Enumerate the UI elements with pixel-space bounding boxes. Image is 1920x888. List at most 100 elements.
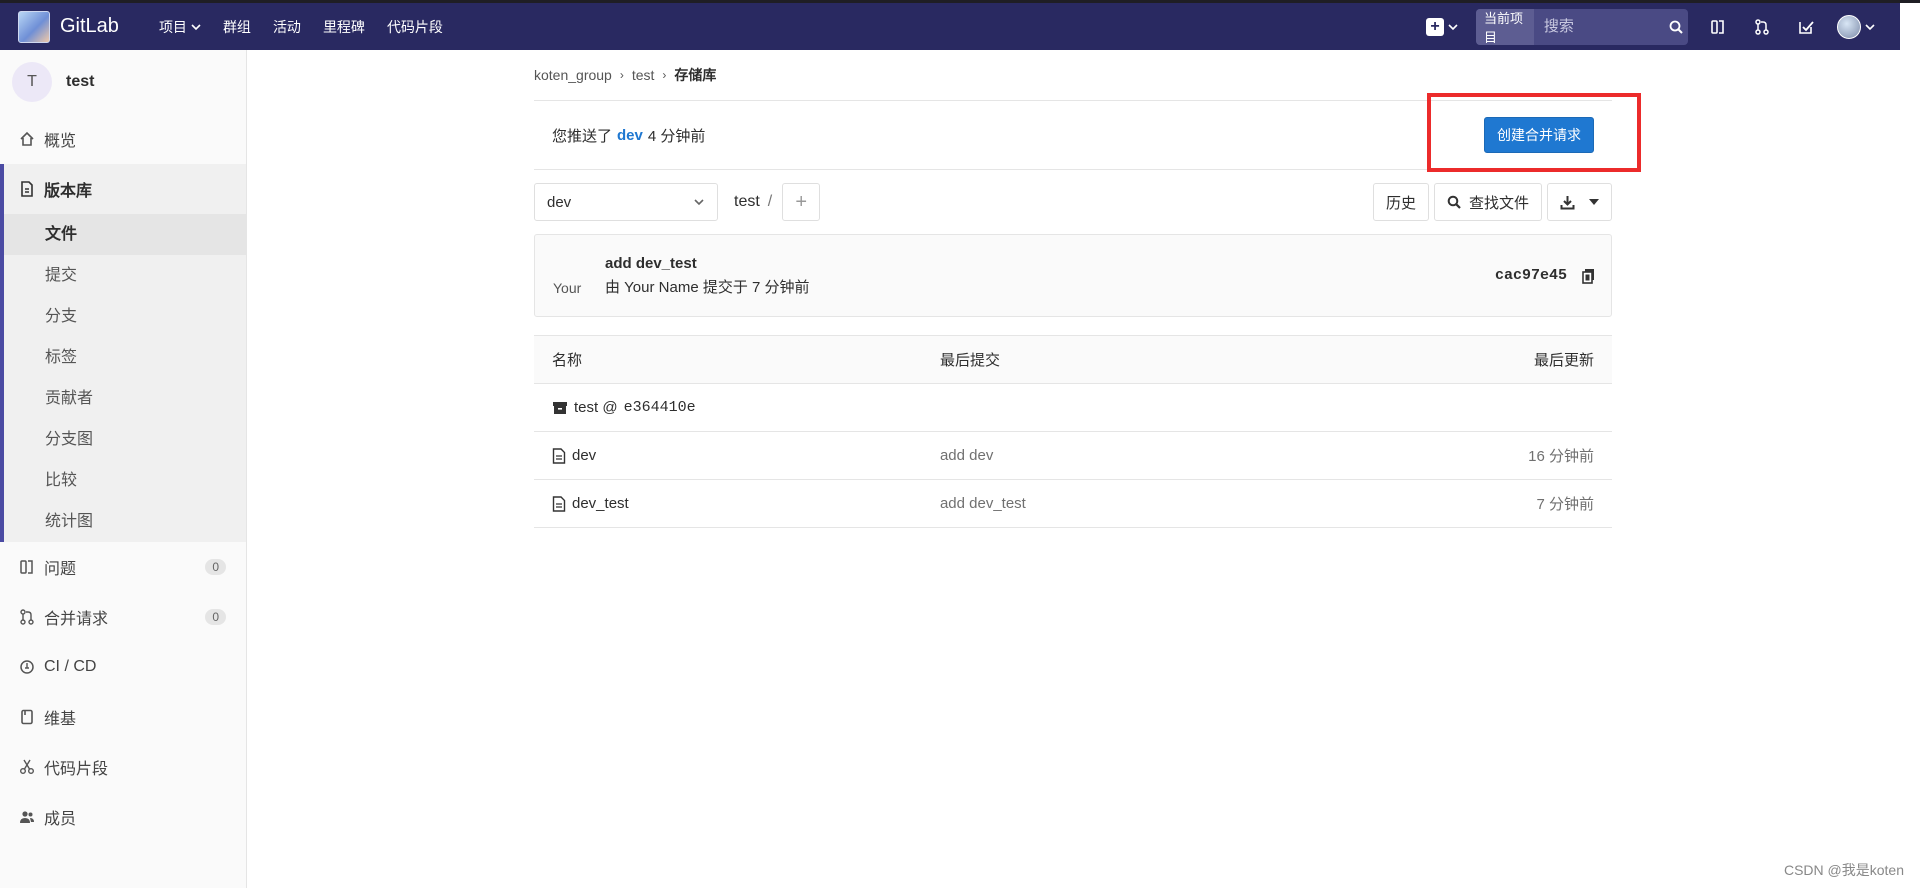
highlight-annotation-box: [1427, 93, 1641, 172]
table-row: test @ e364410e: [534, 383, 1612, 432]
find-file-button[interactable]: 查找文件: [1433, 183, 1542, 221]
branch-selector-value: dev: [547, 193, 572, 211]
gitlab-logo-icon: [18, 10, 50, 43]
breadcrumb-current[interactable]: 存储库: [674, 65, 716, 85]
nav-activity[interactable]: 活动: [273, 17, 301, 37]
caret-down-icon: [1589, 199, 1599, 205]
sidebar-sub-contributors[interactable]: 贡献者: [4, 378, 246, 419]
nav-snippets[interactable]: 代码片段: [387, 17, 443, 37]
nav-projects[interactable]: 项目: [159, 17, 201, 37]
sidebar-sub-graph[interactable]: 分支图: [4, 419, 246, 460]
issues-icon[interactable]: [1696, 19, 1740, 35]
search-icon: [1447, 195, 1461, 209]
search-input[interactable]: [1533, 8, 1664, 45]
search-box: 当前项目: [1476, 8, 1688, 45]
table-row: dev_test add dev_test 7 分钟前: [534, 479, 1612, 528]
table-row: dev add dev 16 分钟前: [534, 431, 1612, 480]
sidebar-item-cicd[interactable]: CI / CD: [0, 642, 246, 692]
download-dropdown-button[interactable]: [1547, 183, 1612, 221]
sidebar-item-label: 代码片段: [44, 761, 109, 778]
new-dropdown-button[interactable]: +: [1426, 17, 1458, 36]
nav-groups[interactable]: 群组: [223, 17, 251, 37]
chevron-right-icon: ›: [619, 68, 624, 82]
submodule-name[interactable]: test @: [574, 399, 618, 416]
plus-icon: +: [1426, 17, 1444, 36]
nav-milestones[interactable]: 里程碑: [323, 17, 365, 37]
column-name: 名称: [534, 335, 922, 384]
user-menu[interactable]: [1828, 14, 1884, 39]
breadcrumb-group[interactable]: koten_group: [534, 67, 612, 83]
nav-projects-label: 项目: [158, 18, 187, 35]
file-icon: [552, 447, 566, 464]
top-navbar: GitLab 项目 群组 活动 里程碑 代码片段 + 当前项目: [0, 3, 1900, 50]
issues-count-badge: 0: [205, 559, 226, 575]
tree-actions: 历史 查找文件: [1372, 183, 1612, 221]
sidebar-sub-tags[interactable]: 标签: [4, 337, 246, 378]
sidebar-item-label: 概览: [44, 133, 77, 150]
history-button[interactable]: 历史: [1372, 183, 1429, 221]
watermark: CSDN @我是koten: [1783, 862, 1904, 878]
sidebar-item-overview[interactable]: 概览: [0, 114, 246, 164]
sidebar-sub-charts[interactable]: 统计图: [4, 501, 246, 542]
submodule-hash[interactable]: e364410e: [624, 399, 696, 416]
file-name[interactable]: dev_test: [572, 495, 629, 512]
merge-request-icon: [18, 608, 36, 626]
sidebar-item-label: 合并请求: [44, 611, 109, 628]
file-name-cell[interactable]: dev_test: [534, 479, 922, 528]
add-to-tree-button[interactable]: +: [782, 183, 821, 221]
chevron-down-icon: [191, 23, 201, 30]
merge-request-icon[interactable]: [1740, 18, 1784, 35]
brand-name: GitLab: [60, 15, 119, 37]
doc-icon: [18, 180, 36, 198]
push-notice-prefix: 您推送了: [552, 127, 613, 145]
last-commit-panel: Your add dev_test 由 Your Name 提交于 7 分钟前 …: [534, 234, 1612, 317]
sidebar-item-wiki[interactable]: 维基: [0, 692, 246, 742]
commit-sha[interactable]: cac97e45: [1495, 267, 1567, 284]
chevron-right-icon: ›: [662, 68, 667, 82]
file-name[interactable]: dev: [572, 447, 596, 464]
project-header[interactable]: T test: [0, 50, 246, 114]
sidebar-item-merge-requests[interactable]: 合并请求 0: [0, 592, 246, 642]
history-button-label: 历史: [1385, 194, 1416, 212]
sidebar-sub-branches[interactable]: 分支: [4, 296, 246, 337]
plus-icon: +: [795, 190, 808, 213]
push-notice-branch[interactable]: dev: [617, 127, 643, 144]
commit-title[interactable]: add dev_test: [605, 255, 810, 272]
branch-selector[interactable]: dev: [534, 183, 718, 221]
sidebar-item-label: 问题: [44, 561, 77, 578]
sidebar-item-issues[interactable]: 问题 0: [0, 542, 246, 592]
sidebar-item-repository[interactable]: 版本库: [4, 164, 246, 214]
sidebar-item-members[interactable]: 成员: [0, 792, 246, 842]
file-tree-table: 名称 最后提交 最后更新 test @ e364410e dev add dev…: [534, 335, 1612, 528]
users-icon: [18, 808, 36, 826]
search-icon[interactable]: [1664, 9, 1688, 45]
brand[interactable]: GitLab: [18, 10, 119, 43]
commit-author-avatar[interactable]: Your: [553, 256, 593, 296]
tree-controls: dev test / + 历史 查找文件: [534, 170, 1612, 234]
sidebar-sub-compare[interactable]: 比较: [4, 460, 246, 501]
project-name: test: [66, 73, 95, 90]
submodule-cell[interactable]: test @ e364410e: [534, 383, 922, 432]
path-separator: /: [767, 193, 773, 210]
copy-icon[interactable]: [1581, 268, 1597, 284]
book-icon: [18, 708, 36, 726]
chevron-down-icon: [1865, 23, 1875, 30]
commit-meta: 由 Your Name 提交于 7 分钟前: [605, 278, 810, 296]
page-scrollbar[interactable]: [1900, 3, 1920, 888]
sidebar-sub-files[interactable]: 文件: [4, 214, 246, 255]
todo-icon[interactable]: [1784, 19, 1828, 35]
file-name-cell[interactable]: dev: [534, 431, 922, 480]
nav-links: 项目 群组 活动 里程碑 代码片段: [159, 17, 443, 37]
file-commit-message[interactable]: add dev: [921, 431, 1392, 480]
mr-count-badge: 0: [205, 609, 226, 625]
chevron-down-icon: [1448, 23, 1458, 30]
sidebar-item-label: 版本库: [44, 183, 93, 200]
sidebar-sub-commits[interactable]: 提交: [4, 255, 246, 296]
breadcrumb-project[interactable]: test: [632, 67, 655, 83]
sidebar-item-snippets[interactable]: 代码片段: [0, 742, 246, 792]
scissors-icon: [18, 758, 36, 776]
commit-sha-group: cac97e45: [1495, 267, 1597, 284]
search-scope-badge[interactable]: 当前项目: [1476, 8, 1534, 45]
repo-path-root[interactable]: test: [734, 193, 760, 211]
file-commit-message[interactable]: add dev_test: [921, 479, 1392, 528]
